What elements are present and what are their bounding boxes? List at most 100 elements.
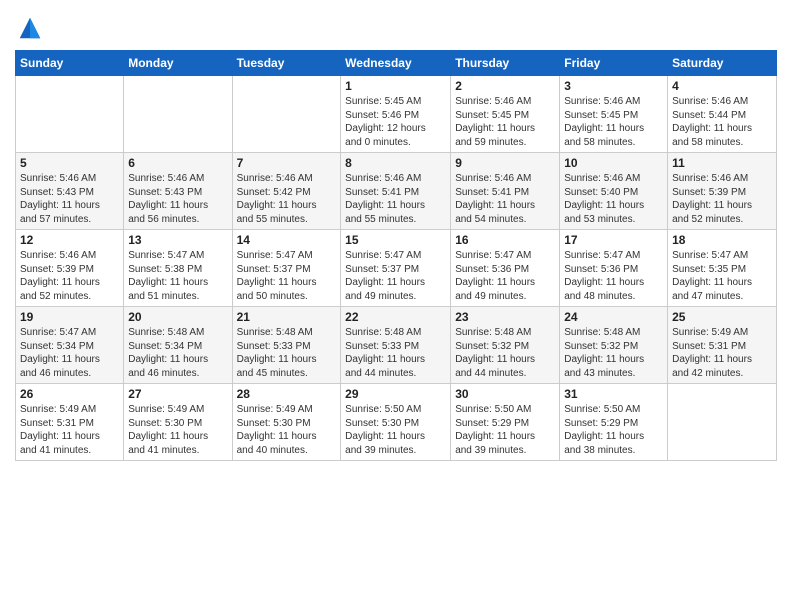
calendar-cell: 21 Sunrise: 5:48 AM Sunset: 5:33 PM Dayli… [232,307,341,384]
calendar-cell [668,384,777,461]
day-number: 24 [564,310,663,324]
calendar-week-row: 1 Sunrise: 5:45 AM Sunset: 5:46 PM Daylig… [16,76,777,153]
calendar-week-row: 5 Sunrise: 5:46 AM Sunset: 5:43 PM Daylig… [16,153,777,230]
calendar-cell: 11 Sunrise: 5:46 AM Sunset: 5:39 PM Dayli… [668,153,777,230]
weekday-header: Sunday [16,51,124,76]
calendar-cell [124,76,232,153]
day-number: 30 [455,387,555,401]
day-number: 25 [672,310,772,324]
day-info: Sunrise: 5:50 AM Sunset: 5:29 PM Dayligh… [564,403,663,457]
day-number: 22 [345,310,446,324]
day-info: Sunrise: 5:46 AM Sunset: 5:39 PM Dayligh… [672,172,772,226]
weekday-header: Tuesday [232,51,341,76]
day-info: Sunrise: 5:46 AM Sunset: 5:45 PM Dayligh… [455,95,555,149]
calendar-week-row: 12 Sunrise: 5:46 AM Sunset: 5:39 PM Dayli… [16,230,777,307]
calendar-cell: 9 Sunrise: 5:46 AM Sunset: 5:41 PM Daylig… [451,153,560,230]
day-number: 7 [237,156,337,170]
day-info: Sunrise: 5:47 AM Sunset: 5:38 PM Dayligh… [128,249,227,303]
day-number: 9 [455,156,555,170]
calendar-header-row: SundayMondayTuesdayWednesdayThursdayFrid… [16,51,777,76]
day-number: 4 [672,79,772,93]
day-info: Sunrise: 5:48 AM Sunset: 5:32 PM Dayligh… [564,326,663,380]
calendar-body: 1 Sunrise: 5:45 AM Sunset: 5:46 PM Daylig… [16,76,777,461]
calendar-cell: 20Sunrise: 5:48 AM Sunset: 5:34 PM Dayli… [124,307,232,384]
calendar-cell: 22Sunrise: 5:48 AM Sunset: 5:33 PM Dayli… [341,307,451,384]
calendar-cell: 12 Sunrise: 5:46 AM Sunset: 5:39 PM Dayli… [16,230,124,307]
calendar-week-row: 19Sunrise: 5:47 AM Sunset: 5:34 PM Dayli… [16,307,777,384]
day-number: 21 [237,310,337,324]
calendar-table: SundayMondayTuesdayWednesdayThursdayFrid… [15,50,777,461]
day-number: 11 [672,156,772,170]
day-info: Sunrise: 5:46 AM Sunset: 5:43 PM Dayligh… [20,172,119,226]
calendar-cell: 7 Sunrise: 5:46 AM Sunset: 5:42 PM Daylig… [232,153,341,230]
calendar-cell: 2 Sunrise: 5:46 AM Sunset: 5:45 PM Daylig… [451,76,560,153]
calendar-cell: 17 Sunrise: 5:47 AM Sunset: 5:36 PM Dayli… [560,230,668,307]
calendar-cell: 4 Sunrise: 5:46 AM Sunset: 5:44 PM Daylig… [668,76,777,153]
calendar-cell: 16 Sunrise: 5:47 AM Sunset: 5:36 PM Dayli… [451,230,560,307]
day-info: Sunrise: 5:46 AM Sunset: 5:44 PM Dayligh… [672,95,772,149]
day-number: 28 [237,387,337,401]
day-number: 6 [128,156,227,170]
calendar-cell: 1 Sunrise: 5:45 AM Sunset: 5:46 PM Daylig… [341,76,451,153]
day-number: 8 [345,156,446,170]
day-info: Sunrise: 5:46 AM Sunset: 5:41 PM Dayligh… [455,172,555,226]
day-info: Sunrise: 5:46 AM Sunset: 5:41 PM Dayligh… [345,172,446,226]
weekday-header: Thursday [451,51,560,76]
day-info: Sunrise: 5:48 AM Sunset: 5:32 PM Dayligh… [455,326,555,380]
weekday-header: Saturday [668,51,777,76]
calendar-cell: 24 Sunrise: 5:48 AM Sunset: 5:32 PM Dayli… [560,307,668,384]
day-number: 15 [345,233,446,247]
day-number: 17 [564,233,663,247]
day-info: Sunrise: 5:46 AM Sunset: 5:42 PM Dayligh… [237,172,337,226]
calendar-cell: 26Sunrise: 5:49 AM Sunset: 5:31 PM Dayli… [16,384,124,461]
day-number: 13 [128,233,227,247]
logo [15,14,45,42]
day-number: 1 [345,79,446,93]
day-info: Sunrise: 5:46 AM Sunset: 5:39 PM Dayligh… [20,249,119,303]
day-number: 5 [20,156,119,170]
calendar-cell: 19Sunrise: 5:47 AM Sunset: 5:34 PM Dayli… [16,307,124,384]
day-number: 19 [20,310,119,324]
day-number: 27 [128,387,227,401]
day-info: Sunrise: 5:47 AM Sunset: 5:36 PM Dayligh… [564,249,663,303]
day-info: Sunrise: 5:49 AM Sunset: 5:30 PM Dayligh… [128,403,227,457]
day-info: Sunrise: 5:47 AM Sunset: 5:37 PM Dayligh… [345,249,446,303]
calendar-cell: 15 Sunrise: 5:47 AM Sunset: 5:37 PM Dayli… [341,230,451,307]
calendar-week-row: 26Sunrise: 5:49 AM Sunset: 5:31 PM Dayli… [16,384,777,461]
calendar-cell: 10Sunrise: 5:46 AM Sunset: 5:40 PM Dayli… [560,153,668,230]
day-number: 23 [455,310,555,324]
day-info: Sunrise: 5:45 AM Sunset: 5:46 PM Dayligh… [345,95,446,149]
calendar-cell: 25 Sunrise: 5:49 AM Sunset: 5:31 PM Dayli… [668,307,777,384]
day-number: 2 [455,79,555,93]
calendar-cell: 23 Sunrise: 5:48 AM Sunset: 5:32 PM Dayli… [451,307,560,384]
calendar-cell [232,76,341,153]
day-info: Sunrise: 5:47 AM Sunset: 5:35 PM Dayligh… [672,249,772,303]
calendar-cell: 6Sunrise: 5:46 AM Sunset: 5:43 PM Daylig… [124,153,232,230]
day-info: Sunrise: 5:47 AM Sunset: 5:36 PM Dayligh… [455,249,555,303]
day-info: Sunrise: 5:50 AM Sunset: 5:29 PM Dayligh… [455,403,555,457]
day-info: Sunrise: 5:48 AM Sunset: 5:33 PM Dayligh… [237,326,337,380]
day-info: Sunrise: 5:50 AM Sunset: 5:30 PM Dayligh… [345,403,446,457]
day-number: 31 [564,387,663,401]
day-info: Sunrise: 5:47 AM Sunset: 5:37 PM Dayligh… [237,249,337,303]
calendar-cell: 14 Sunrise: 5:47 AM Sunset: 5:37 PM Dayli… [232,230,341,307]
day-number: 29 [345,387,446,401]
calendar-cell [16,76,124,153]
day-info: Sunrise: 5:48 AM Sunset: 5:34 PM Dayligh… [128,326,227,380]
weekday-header: Monday [124,51,232,76]
day-number: 12 [20,233,119,247]
calendar-cell: 29 Sunrise: 5:50 AM Sunset: 5:30 PM Dayli… [341,384,451,461]
calendar-cell: 3Sunrise: 5:46 AM Sunset: 5:45 PM Daylig… [560,76,668,153]
calendar-cell: 13 Sunrise: 5:47 AM Sunset: 5:38 PM Dayli… [124,230,232,307]
day-info: Sunrise: 5:49 AM Sunset: 5:31 PM Dayligh… [672,326,772,380]
day-number: 14 [237,233,337,247]
day-info: Sunrise: 5:49 AM Sunset: 5:30 PM Dayligh… [237,403,337,457]
day-info: Sunrise: 5:46 AM Sunset: 5:45 PM Dayligh… [564,95,663,149]
calendar-cell: 27 Sunrise: 5:49 AM Sunset: 5:30 PM Dayli… [124,384,232,461]
calendar-cell: 5 Sunrise: 5:46 AM Sunset: 5:43 PM Daylig… [16,153,124,230]
calendar-cell: 30 Sunrise: 5:50 AM Sunset: 5:29 PM Dayli… [451,384,560,461]
day-number: 26 [20,387,119,401]
day-number: 10 [564,156,663,170]
day-number: 16 [455,233,555,247]
weekday-header: Friday [560,51,668,76]
